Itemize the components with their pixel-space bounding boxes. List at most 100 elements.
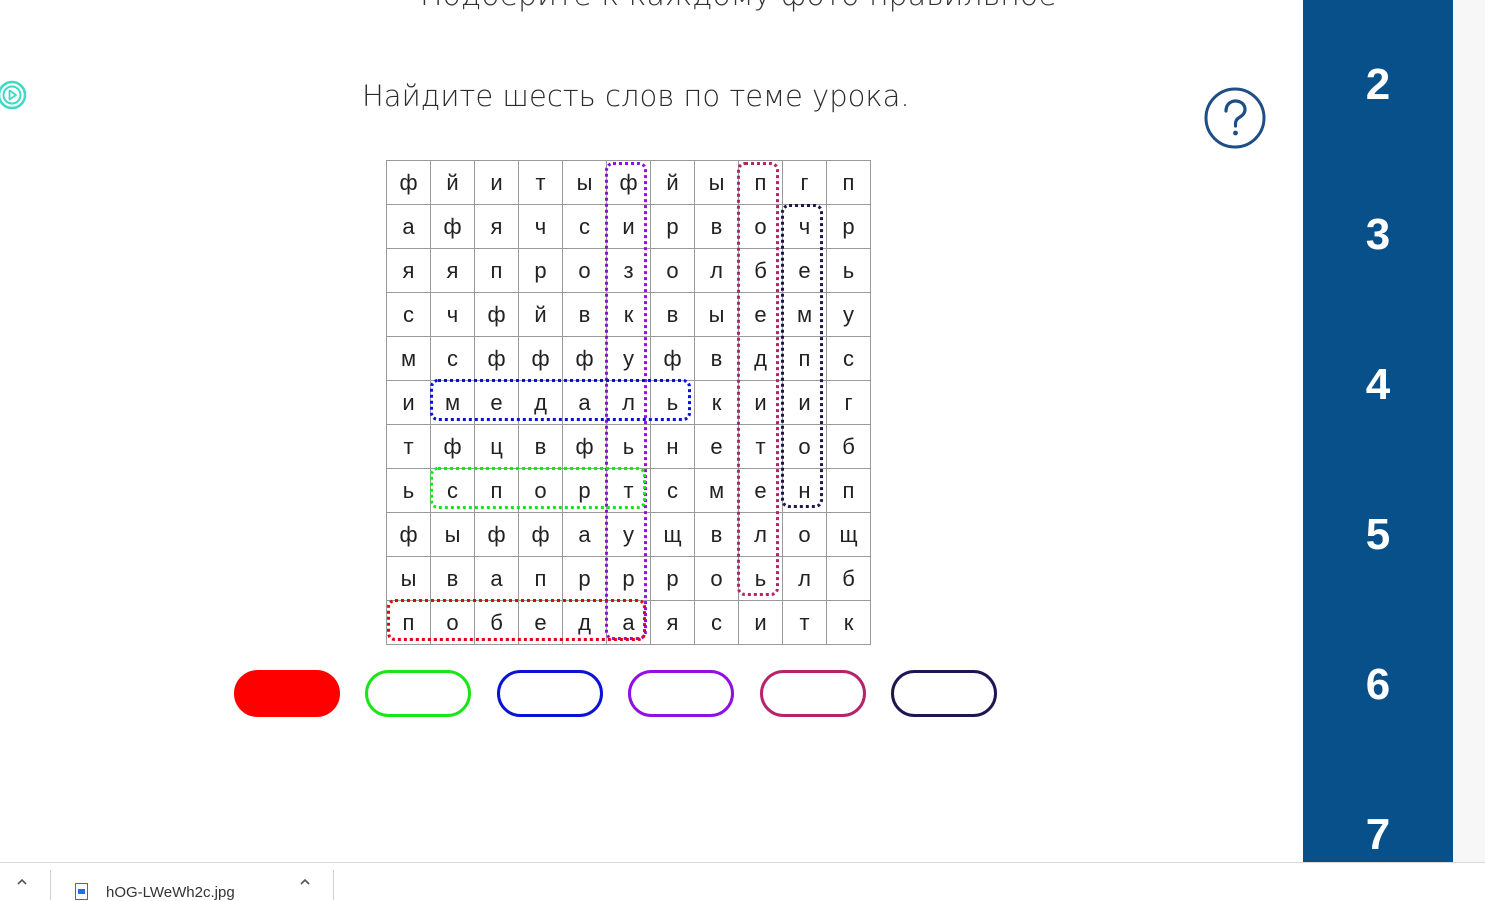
grid-cell[interactable]: й xyxy=(651,161,695,205)
grid-cell[interactable]: о xyxy=(563,249,607,293)
grid-cell[interactable]: ф xyxy=(387,161,431,205)
chevron-up-icon[interactable] xyxy=(15,875,29,889)
grid-cell[interactable]: с xyxy=(387,293,431,337)
grid-cell[interactable]: в xyxy=(431,557,475,601)
page-number-button[interactable]: 5 xyxy=(1303,510,1453,560)
grid-cell[interactable]: я xyxy=(387,249,431,293)
grid-cell[interactable]: с xyxy=(695,601,739,645)
grid-cell[interactable]: е xyxy=(475,381,519,425)
grid-cell[interactable]: р xyxy=(651,205,695,249)
grid-cell[interactable]: ц xyxy=(475,425,519,469)
grid-cell[interactable]: в xyxy=(695,205,739,249)
grid-cell[interactable]: т xyxy=(783,601,827,645)
grid-cell[interactable]: л xyxy=(607,381,651,425)
grid-cell[interactable]: м xyxy=(431,381,475,425)
grid-cell[interactable]: с xyxy=(651,469,695,513)
play-icon[interactable] xyxy=(0,78,30,112)
grid-cell[interactable]: у xyxy=(607,513,651,557)
grid-cell[interactable]: п xyxy=(739,161,783,205)
grid-cell[interactable]: у xyxy=(827,293,871,337)
grid-cell[interactable]: ф xyxy=(431,425,475,469)
grid-cell[interactable]: е xyxy=(739,469,783,513)
grid-cell[interactable]: ф xyxy=(651,337,695,381)
grid-cell[interactable]: п xyxy=(387,601,431,645)
grid-cell[interactable]: ф xyxy=(387,513,431,557)
grid-cell[interactable]: о xyxy=(783,513,827,557)
grid-cell[interactable]: ф xyxy=(519,513,563,557)
grid-cell[interactable]: в xyxy=(651,293,695,337)
grid-cell[interactable]: т xyxy=(519,161,563,205)
grid-cell[interactable]: в xyxy=(563,293,607,337)
grid-cell[interactable]: к xyxy=(695,381,739,425)
grid-cell[interactable]: о xyxy=(695,557,739,601)
grid-cell[interactable]: ф xyxy=(475,513,519,557)
grid-cell[interactable]: б xyxy=(827,425,871,469)
grid-cell[interactable]: е xyxy=(519,601,563,645)
grid-cell[interactable]: т xyxy=(739,425,783,469)
grid-cell[interactable]: и xyxy=(739,381,783,425)
grid-cell[interactable]: ь xyxy=(387,469,431,513)
grid-cell[interactable]: ь xyxy=(827,249,871,293)
help-icon[interactable] xyxy=(1204,87,1266,149)
grid-cell[interactable]: ф xyxy=(519,337,563,381)
grid-cell[interactable]: р xyxy=(563,469,607,513)
grid-cell[interactable]: п xyxy=(475,249,519,293)
grid-cell[interactable]: л xyxy=(783,557,827,601)
answer-slot[interactable] xyxy=(759,670,866,717)
grid-cell[interactable]: а xyxy=(563,513,607,557)
grid-cell[interactable]: д xyxy=(519,381,563,425)
grid-cell[interactable]: и xyxy=(475,161,519,205)
grid-cell[interactable]: м xyxy=(387,337,431,381)
grid-cell[interactable]: ь xyxy=(739,557,783,601)
grid-cell[interactable]: ы xyxy=(695,293,739,337)
grid-cell[interactable]: р xyxy=(827,205,871,249)
answer-slot[interactable] xyxy=(365,670,472,717)
grid-cell[interactable]: н xyxy=(651,425,695,469)
grid-cell[interactable]: е xyxy=(783,249,827,293)
grid-cell[interactable]: б xyxy=(739,249,783,293)
grid-cell[interactable]: н xyxy=(783,469,827,513)
page-number-button[interactable]: 3 xyxy=(1303,210,1453,260)
grid-cell[interactable]: п xyxy=(783,337,827,381)
grid-cell[interactable]: р xyxy=(519,249,563,293)
grid-cell[interactable]: в xyxy=(695,513,739,557)
grid-cell[interactable]: ф xyxy=(607,161,651,205)
page-number-button[interactable]: 2 xyxy=(1303,60,1453,110)
page-number-button[interactable]: 7 xyxy=(1303,810,1453,860)
downloaded-file-name[interactable]: hOG-LWeWh2c.jpg xyxy=(106,884,235,901)
grid-cell[interactable]: й xyxy=(519,293,563,337)
grid-cell[interactable]: и xyxy=(739,601,783,645)
grid-cell[interactable]: с xyxy=(431,337,475,381)
grid-cell[interactable]: к xyxy=(827,601,871,645)
grid-cell[interactable]: з xyxy=(607,249,651,293)
answer-slot[interactable] xyxy=(234,670,340,717)
grid-cell[interactable]: я xyxy=(475,205,519,249)
grid-cell[interactable]: ф xyxy=(475,337,519,381)
answer-slot[interactable] xyxy=(891,670,997,717)
grid-cell[interactable]: о xyxy=(519,469,563,513)
page-number-button[interactable]: 4 xyxy=(1303,360,1453,410)
grid-cell[interactable]: в xyxy=(519,425,563,469)
grid-cell[interactable]: м xyxy=(783,293,827,337)
grid-cell[interactable]: б xyxy=(827,557,871,601)
grid-cell[interactable]: я xyxy=(431,249,475,293)
grid-cell[interactable]: ф xyxy=(431,205,475,249)
grid-cell[interactable]: п xyxy=(475,469,519,513)
grid-cell[interactable]: ь xyxy=(607,425,651,469)
chevron-up-icon[interactable] xyxy=(298,875,312,889)
grid-cell[interactable]: м xyxy=(695,469,739,513)
grid-cell[interactable]: и xyxy=(607,205,651,249)
grid-cell[interactable]: р xyxy=(607,557,651,601)
grid-cell[interactable]: а xyxy=(563,381,607,425)
grid-cell[interactable]: в xyxy=(695,337,739,381)
grid-cell[interactable]: ь xyxy=(651,381,695,425)
grid-cell[interactable]: ы xyxy=(387,557,431,601)
grid-cell[interactable]: д xyxy=(739,337,783,381)
grid-cell[interactable]: л xyxy=(695,249,739,293)
grid-cell[interactable]: ч xyxy=(783,205,827,249)
grid-cell[interactable]: с xyxy=(563,205,607,249)
grid-cell[interactable]: й xyxy=(431,161,475,205)
grid-cell[interactable]: о xyxy=(739,205,783,249)
grid-cell[interactable]: р xyxy=(563,557,607,601)
grid-cell[interactable]: с xyxy=(431,469,475,513)
